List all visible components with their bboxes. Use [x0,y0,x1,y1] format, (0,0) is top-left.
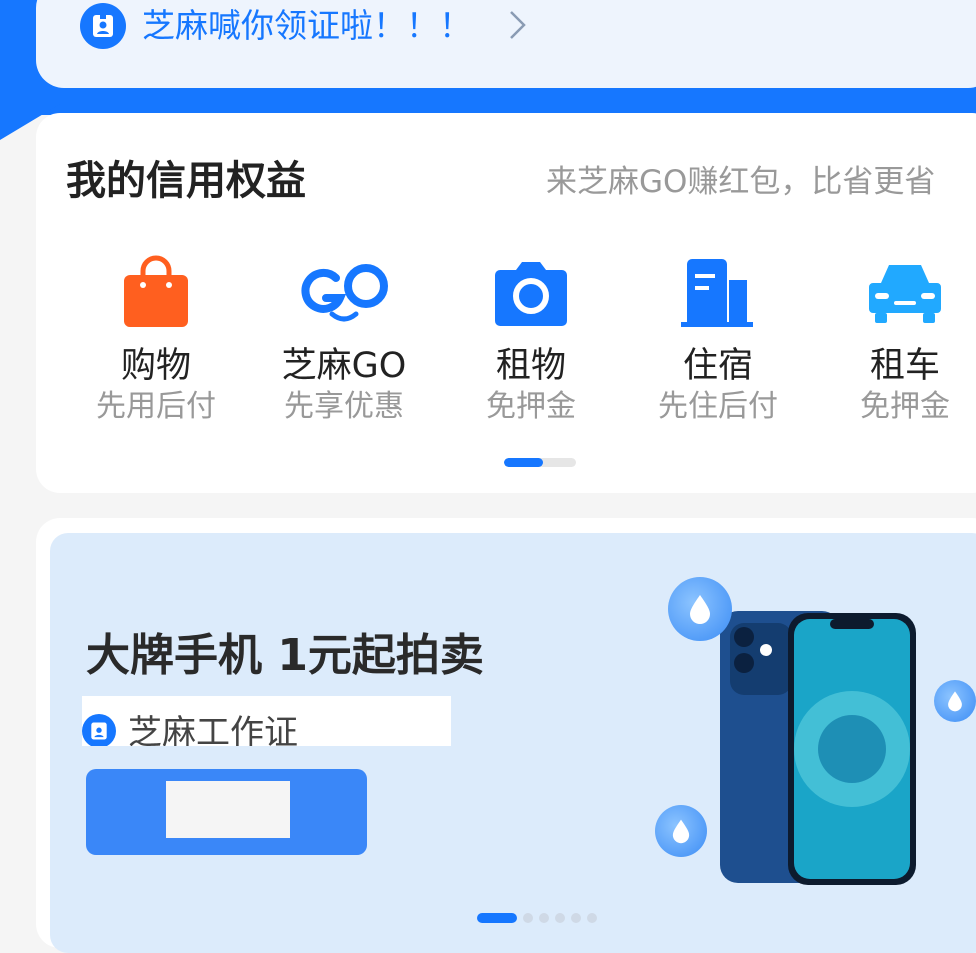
benefit-label: 芝麻GO [281,346,407,386]
water-drop-icon [934,680,976,722]
camera-icon [441,250,621,336]
building-icon [628,250,808,336]
pager-indicator [504,458,543,467]
benefit-sub: 免押金 [486,389,576,424]
benefit-rent-car[interactable]: 租车 免押金 [815,250,976,430]
benefit-sub: 先用后付 [96,389,216,424]
water-drop-icon [668,577,732,641]
carousel-dot[interactable] [587,913,597,923]
carousel-dot[interactable] [571,913,581,923]
benefit-rent-items[interactable]: 租物 免押金 [441,250,621,430]
car-icon [815,250,976,336]
benefit-shopping[interactable]: 购物 先用后付 [66,250,246,430]
chevron-right-icon[interactable] [505,8,531,42]
benefit-label: 购物 [120,346,191,386]
benefits-subtitle[interactable]: 来芝麻GO赚红包，比省更省 [546,160,976,204]
badge-text: 芝麻工作证 [128,713,298,746]
carousel-dots [477,913,597,923]
benefit-sub: 先享优惠 [284,389,404,424]
id-badge-icon [80,3,126,49]
benefits-pager [504,458,576,467]
carousel-dot[interactable] [523,913,533,923]
work-badge: 芝麻工作证 [82,696,451,746]
notice-text[interactable]: 芝麻喊你领证啦！！！ [142,2,472,50]
benefit-lodging[interactable]: 住宿 先住后付 [628,250,808,430]
benefit-sub: 先住后付 [658,389,778,424]
benefit-label: 租车 [869,346,940,386]
shopping-bag-icon [66,250,246,336]
benefit-label: 租物 [495,346,566,386]
banner-title: 大牌手机 1元起拍卖 [86,630,484,681]
carousel-dot[interactable] [555,913,565,923]
id-badge-icon [82,714,116,746]
cta-label [166,781,290,838]
auction-cta-button[interactable] [86,769,367,855]
benefit-label: 住宿 [682,346,753,386]
benefit-zhima-go[interactable]: 芝麻GO 先享优惠 [254,250,434,430]
benefits-title: 我的信用权益 [66,158,306,204]
benefit-sub: 免押金 [860,389,950,424]
go-logo-icon [254,250,434,336]
carousel-dot[interactable] [539,913,549,923]
water-drop-icon [655,805,707,857]
carousel-dot-active[interactable] [477,913,517,923]
